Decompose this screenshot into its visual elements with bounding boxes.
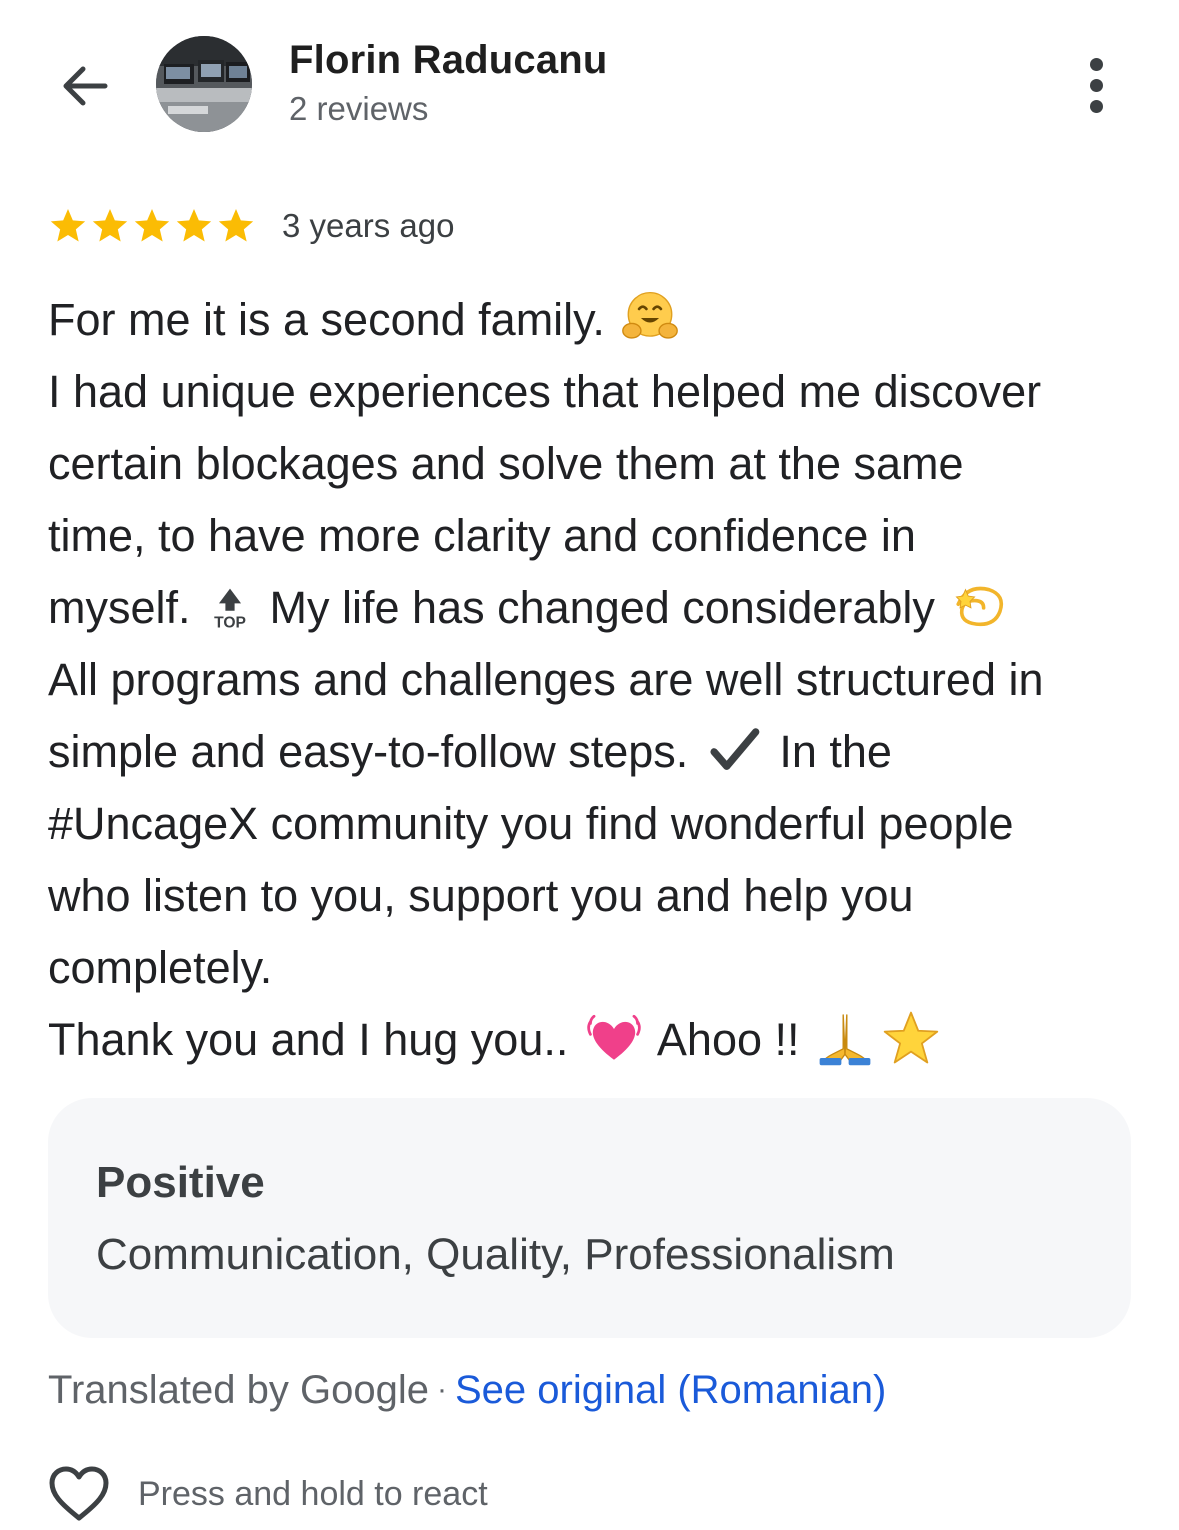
review-count: 2 reviews (289, 90, 429, 127)
review-line: For me it is a second family. (48, 284, 1138, 356)
react-row: Press and hold to react (48, 1464, 488, 1524)
translation-row: Translated by Google · See original (Roman… (48, 1368, 886, 1413)
reviewer-name[interactable]: Florin Raducanu (289, 38, 608, 83)
review-line: I had unique experiences that helped me … (48, 366, 1042, 417)
review-line: Thank you and I hug you.. Ahoo !! (48, 1004, 1138, 1076)
review-line-text: My life has changed considerably (269, 582, 935, 633)
top-arrow-emoji-icon: TOP (214, 588, 246, 631)
review-line-text: simple and easy-to-follow steps. (48, 726, 689, 777)
positive-aspects: Communication, Quality, Professionalism (96, 1230, 895, 1279)
heart-outline-icon[interactable] (48, 1465, 110, 1523)
review-date: 3 years ago (282, 207, 455, 244)
rating-row: 3 years ago (48, 204, 454, 248)
back-button[interactable] (48, 50, 120, 122)
review-line: All programs and challenges are well str… (48, 654, 1044, 705)
review-line: simple and easy-to-follow steps. In the (48, 716, 1138, 788)
more-options-button[interactable] (1068, 50, 1124, 120)
star-emoji-icon (883, 1011, 939, 1064)
growing-heart-emoji-icon (587, 1014, 641, 1060)
top-emoji-label: TOP (214, 614, 246, 631)
review-line: myself. TOP My life has changed consider… (48, 572, 1138, 644)
review-detail-page: Florin Raducanu 2 reviews 3 years ago Fo… (0, 0, 1179, 1530)
dizzy-emoji-icon (955, 586, 1004, 627)
folded-hands-emoji-icon (819, 1014, 871, 1066)
star-icon (176, 209, 212, 242)
star-icon (50, 209, 86, 242)
avatar[interactable] (156, 36, 252, 132)
review-line-text: Ahoo !! (656, 1014, 800, 1065)
review-line-text: myself. (48, 582, 191, 633)
star-icon (134, 209, 170, 242)
hugging-face-emoji-icon (622, 291, 679, 339)
more-vertical-icon (1089, 57, 1103, 71)
see-original-link[interactable]: See original (Romanian) (455, 1368, 886, 1412)
more-vertical-icon-dot (1089, 78, 1103, 92)
star-icon (218, 209, 254, 242)
review-line: time, to have more clarity and confidenc… (48, 510, 916, 561)
review-line-text: For me it is a second family. (48, 294, 605, 345)
review-line: completely. (48, 942, 273, 993)
react-hint: Press and hold to react (138, 1474, 488, 1513)
review-text: For me it is a second family. I had uniq… (48, 284, 1138, 1076)
review-line: who listen to you, support you and help … (48, 870, 914, 921)
positive-aspects-card: Positive Communication, Quality, Profess… (48, 1098, 1131, 1338)
arrow-left-icon (63, 66, 108, 106)
star-icon (92, 209, 128, 242)
positive-title: Positive (96, 1158, 265, 1207)
translated-by-label: Translated by Google (48, 1368, 429, 1412)
check-mark-emoji-icon (710, 728, 760, 770)
avatar-photo (156, 36, 252, 132)
review-line-text: In the (779, 726, 892, 777)
separator: · (436, 1373, 447, 1406)
review-line: certain blockages and solve them at the … (48, 438, 964, 489)
review-line: #UncageX community you find wonderful pe… (48, 798, 1014, 849)
star-rating (48, 206, 256, 246)
more-vertical-icon-dot (1089, 99, 1103, 113)
review-line-text: Thank you and I hug you.. (48, 1014, 569, 1065)
